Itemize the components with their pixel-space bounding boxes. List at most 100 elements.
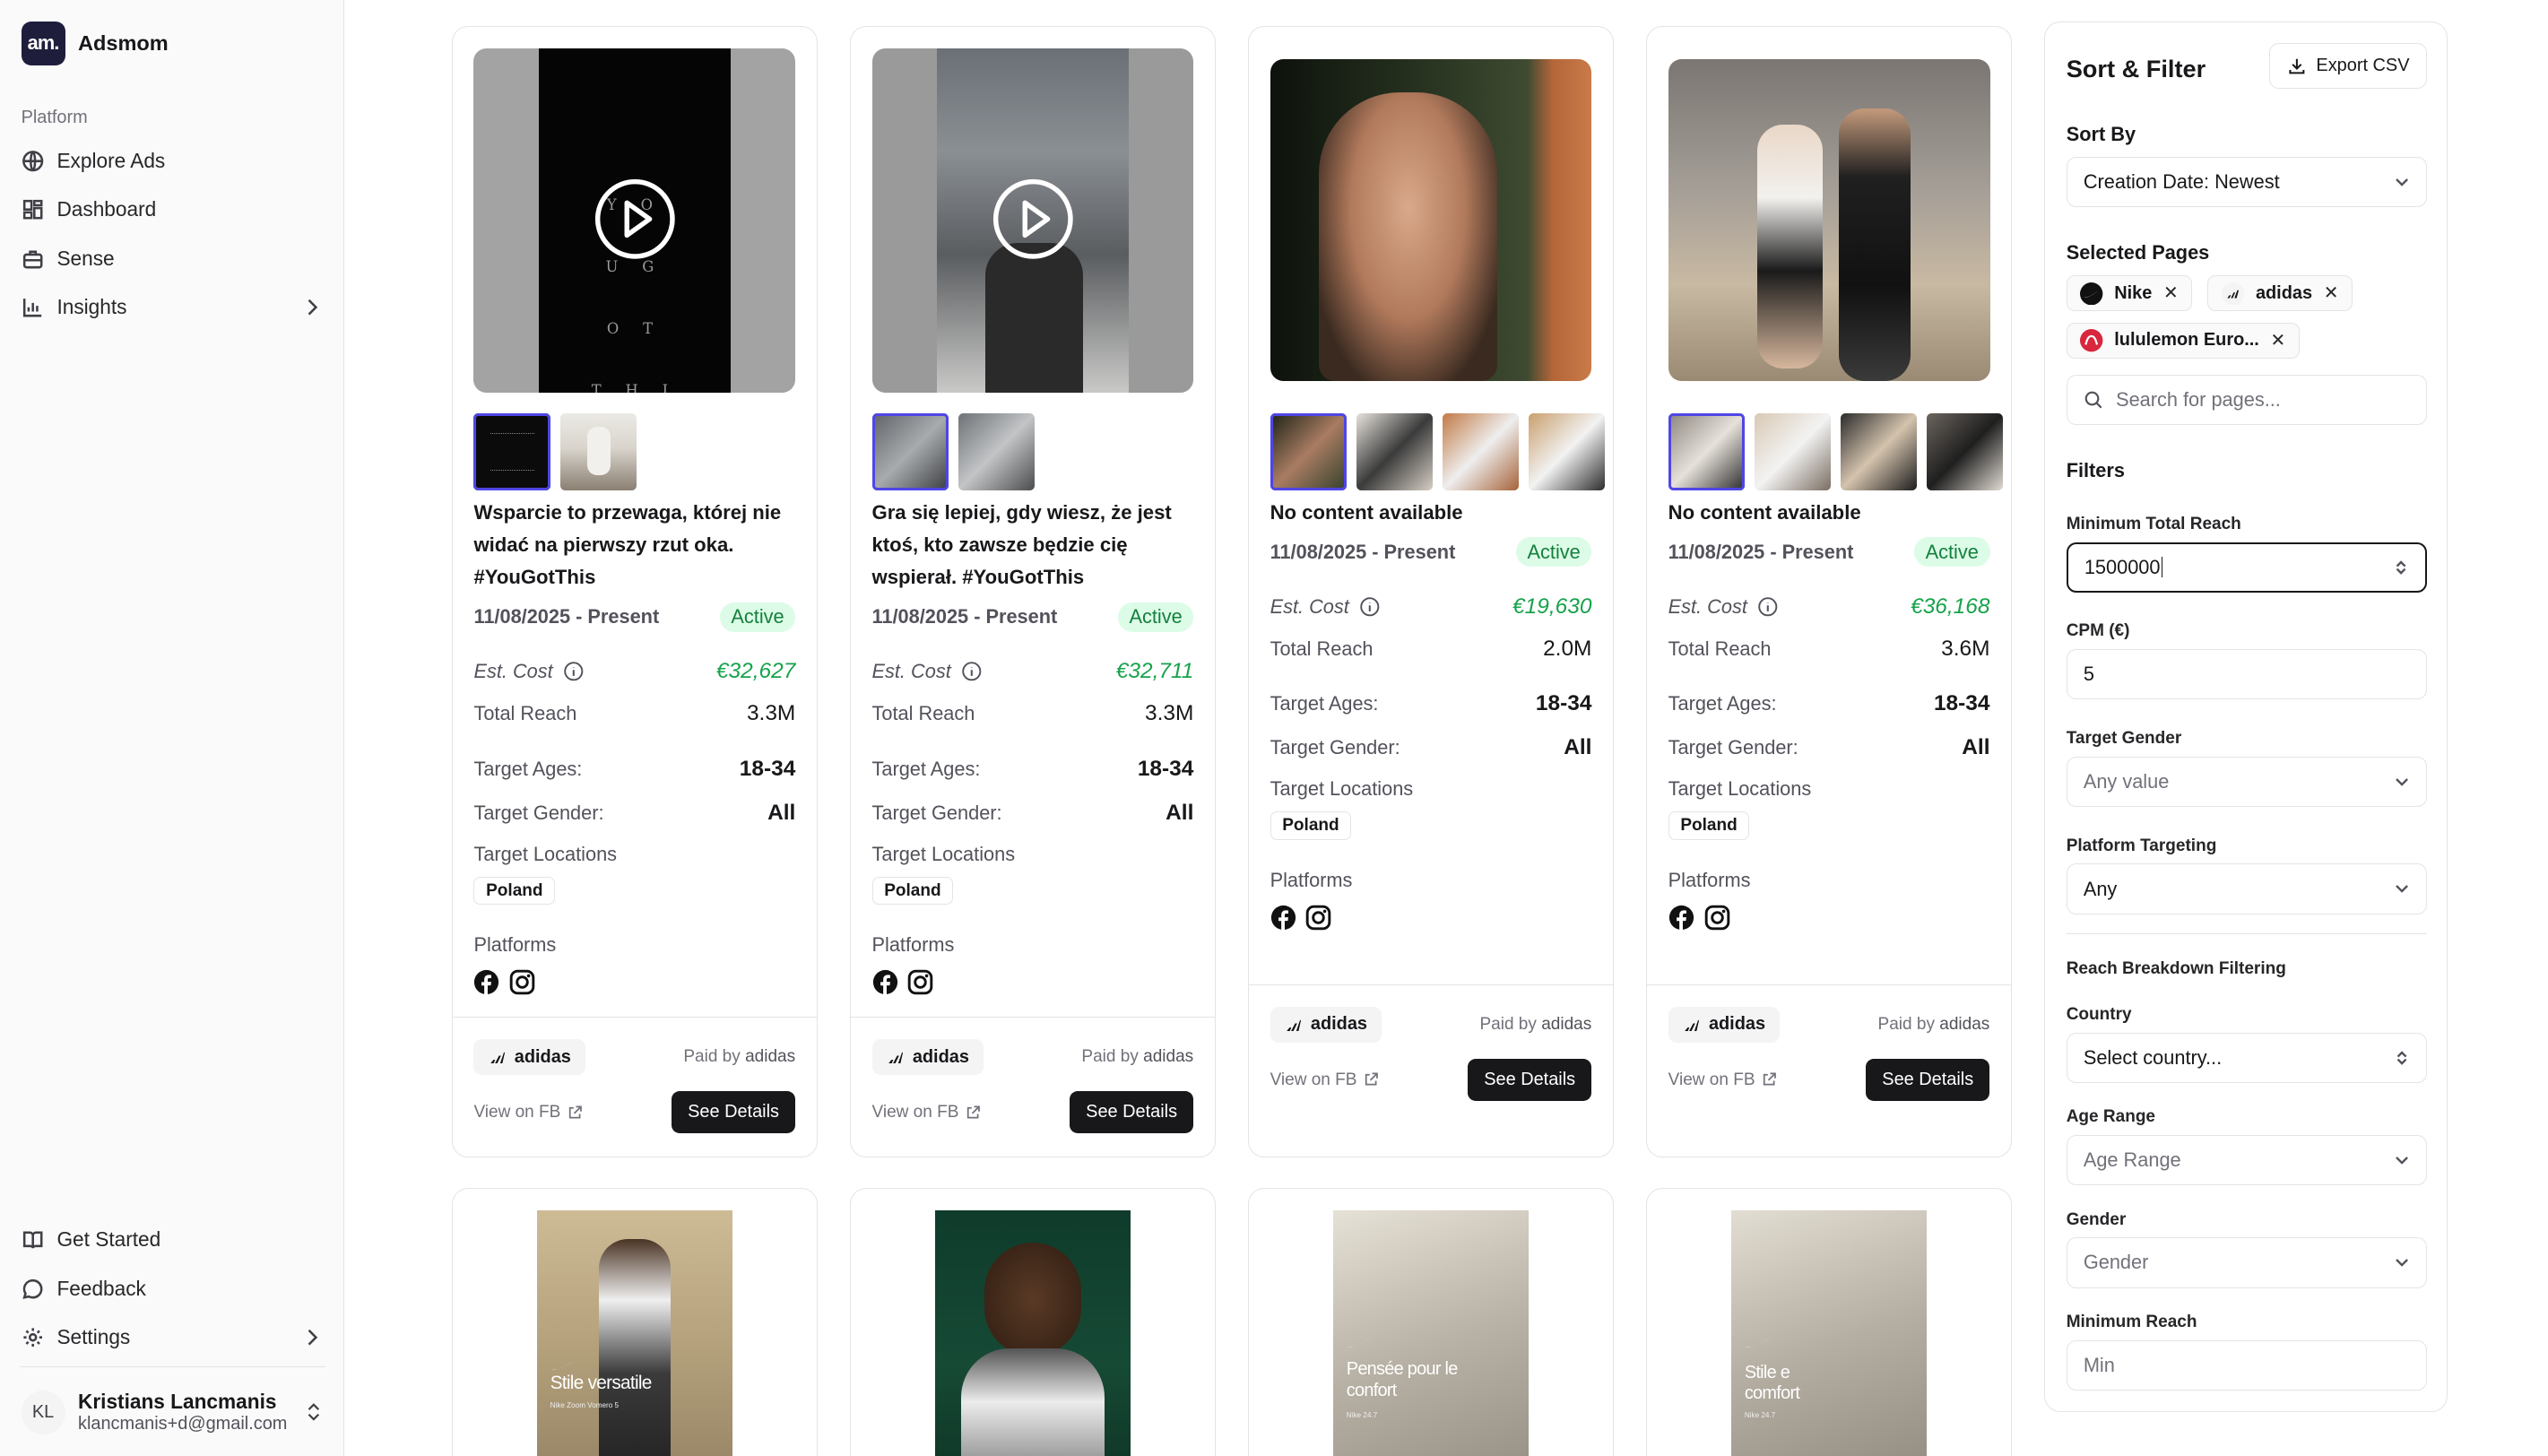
nav-settings[interactable]: Settings: [10, 1313, 335, 1362]
thumbnail[interactable]: [473, 413, 550, 490]
thumbnail[interactable]: [1442, 413, 1519, 490]
lululemon-logo-icon: [2080, 329, 2103, 352]
see-details-button[interactable]: See Details: [671, 1091, 796, 1134]
target-locations-label: Target Locations: [473, 842, 618, 865]
info-icon[interactable]: [961, 661, 983, 682]
platform-icons: [1668, 905, 1730, 931]
thumbnail[interactable]: [1270, 413, 1347, 490]
selected-pages-label: Selected Pages: [2066, 241, 2210, 264]
image-subject: [1757, 124, 1823, 368]
location-chip: Poland: [473, 876, 556, 906]
ad-overlay-subtext: Nike 24.7: [1744, 1411, 1776, 1420]
paid-by-label: Paid by: [1877, 1015, 1935, 1034]
facebook-icon: [1270, 905, 1296, 931]
thumbnail[interactable]: [871, 413, 949, 490]
stepper-icon[interactable]: [2393, 559, 2409, 576]
cpm-value: 5: [2083, 663, 2094, 686]
est-cost-label-text: Est. Cost: [871, 660, 951, 683]
instagram-icon: [510, 969, 535, 995]
advertiser-chip[interactable]: adidas: [1270, 1006, 1382, 1043]
user-menu[interactable]: KL Kristians Lancmanis klancmanis+d@gmai…: [10, 1374, 335, 1449]
avatar: KL: [21, 1390, 65, 1434]
ad-overlay-subtext: Nike Zoom Vomero 5: [550, 1401, 620, 1410]
info-icon[interactable]: [1757, 596, 1779, 618]
nav-explore-ads[interactable]: Explore Ads: [10, 136, 335, 185]
thumbnail[interactable]: [1840, 413, 1917, 490]
nav-sense[interactable]: Sense: [10, 234, 335, 282]
min-reach-breakdown-input[interactable]: Min: [2066, 1339, 2428, 1391]
target-ages-label: Target Ages:: [1270, 692, 1379, 715]
thumbnail[interactable]: [1668, 413, 1745, 490]
ad-image[interactable]: [1270, 59, 1592, 382]
target-ages-value: 18-34: [1933, 691, 1990, 716]
view-on-fb-link[interactable]: View on FB: [872, 1103, 980, 1122]
target-ages-label: Target Ages:: [871, 757, 981, 780]
nav-dashboard[interactable]: Dashboard: [10, 186, 335, 234]
chevron-down-icon: [2395, 778, 2408, 786]
brand[interactable]: am. Adsmom: [21, 21, 169, 65]
advertiser-chip[interactable]: adidas: [473, 1039, 586, 1076]
export-csv-button[interactable]: Export CSV: [2269, 43, 2428, 89]
view-on-fb-link[interactable]: View on FB: [1668, 1070, 1776, 1090]
gender-select[interactable]: Gender: [2066, 1237, 2428, 1288]
ad-image[interactable]: [935, 1209, 1131, 1456]
cpm-input[interactable]: 5: [2066, 649, 2428, 700]
ad-title: Wsparcie to przewaga, której nie widać n…: [473, 500, 782, 589]
thumbnail[interactable]: [559, 413, 637, 490]
info-icon[interactable]: [563, 661, 585, 682]
sort-filter-panel: Sort & Filter Export CSV Sort By Creatio…: [2044, 21, 2448, 1413]
view-on-fb-link[interactable]: View on FB: [1270, 1070, 1378, 1090]
page-chip-label: adidas: [2255, 282, 2313, 303]
min-reach-input[interactable]: 1500000: [2066, 542, 2428, 593]
location-chip: Poland: [1668, 811, 1750, 840]
ad-card: No content available 11/08/2025 - Presen…: [1646, 26, 2012, 1157]
thumbnail[interactable]: [1356, 413, 1433, 490]
image-subject: [961, 1348, 1105, 1456]
min-reach-breakdown-label: Minimum Reach: [2066, 1312, 2197, 1331]
user-name: Kristians Lancmanis: [78, 1390, 277, 1414]
target-gender-select[interactable]: Any value: [2066, 756, 2428, 807]
globe-icon: [22, 150, 43, 172]
platform-targeting-select[interactable]: Any: [2066, 863, 2428, 914]
advertiser-chip[interactable]: adidas: [1668, 1006, 1781, 1043]
see-details-button[interactable]: See Details: [1468, 1058, 1592, 1102]
remove-icon[interactable]: ✕: [2271, 330, 2286, 351]
advertiser-chip[interactable]: adidas: [871, 1039, 984, 1076]
chevron-down-icon: [2395, 885, 2408, 894]
ad-image[interactable]: [1668, 59, 1990, 382]
platforms-label: Platforms: [1668, 868, 1751, 891]
ad-image[interactable]: Stile e comfort Nike 24.7: [1731, 1209, 1927, 1456]
est-cost-label: Est. Cost: [1668, 595, 1779, 619]
remove-icon[interactable]: ✕: [2324, 282, 2339, 304]
nav-feedback[interactable]: Feedback: [10, 1264, 335, 1313]
ad-image[interactable]: Stile versatile Nike Zoom Vomero 5: [537, 1209, 732, 1456]
age-range-value: Age Range: [2083, 1148, 2181, 1172]
platforms-label: Platforms: [1270, 868, 1353, 891]
search-pages-input[interactable]: Search for pages...: [2066, 374, 2428, 426]
card-footer: [850, 1016, 1215, 1018]
view-on-fb-link[interactable]: View on FB: [473, 1103, 582, 1122]
ad-title: No content available: [1270, 500, 1463, 524]
thumbnail[interactable]: [1754, 413, 1831, 490]
thumbnail[interactable]: [1528, 413, 1605, 490]
ad-image[interactable]: Pensée pour le confort Nike 24.7: [1333, 1209, 1529, 1456]
advertiser-name: adidas: [912, 1046, 969, 1067]
nav-get-started[interactable]: Get Started: [10, 1216, 335, 1264]
chevron-right-icon: [308, 299, 318, 316]
sidebar: am. Adsmom Platform Explore Ads Dashboar…: [0, 0, 345, 1456]
thumbnail[interactable]: [1926, 413, 2003, 490]
age-range-select[interactable]: Age Range: [2066, 1135, 2428, 1186]
see-details-button[interactable]: See Details: [1866, 1058, 1990, 1102]
min-reach-value: 1500000: [2084, 555, 2161, 578]
ad-video[interactable]: Y O U G O T T H I S: [473, 48, 796, 393]
remove-icon[interactable]: ✕: [2163, 282, 2179, 304]
see-details-button[interactable]: See Details: [1070, 1091, 1194, 1134]
status-badge: Active: [1117, 602, 1194, 632]
info-icon[interactable]: [1359, 596, 1381, 618]
ad-video[interactable]: [871, 48, 1194, 393]
country-select[interactable]: Select country...: [2066, 1032, 2428, 1084]
thumbnail[interactable]: [958, 413, 1035, 490]
nav-insights[interactable]: Insights: [10, 282, 335, 331]
sort-by-select[interactable]: Creation Date: Newest: [2066, 157, 2428, 208]
ad-card: No content available 11/08/2025 - Presen…: [1248, 26, 1614, 1157]
